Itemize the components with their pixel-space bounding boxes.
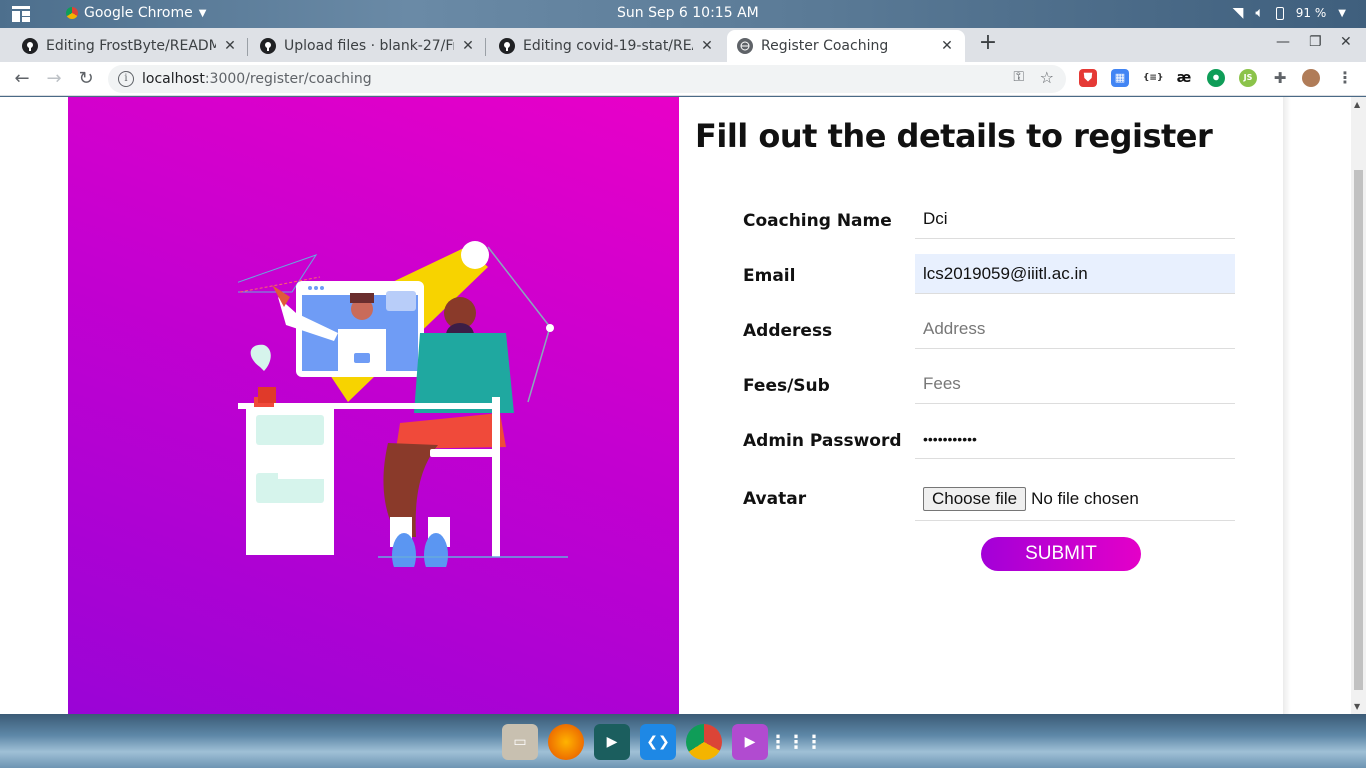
terminal-icon[interactable]: ▶ bbox=[594, 724, 630, 760]
email-label: Email bbox=[743, 266, 796, 286]
media-player-icon[interactable]: ▶ bbox=[732, 724, 768, 760]
address-field[interactable] bbox=[915, 309, 1235, 349]
battery-percent: 91 % bbox=[1295, 6, 1327, 20]
puzzle-icon[interactable]: ✚ bbox=[1271, 69, 1289, 87]
show-apps-icon[interactable]: ⋮⋮⋮ bbox=[769, 724, 823, 760]
tab-title: Editing FrostByte/READM bbox=[46, 38, 216, 54]
card-shadow bbox=[1283, 97, 1291, 714]
coaching-name-field[interactable] bbox=[915, 199, 1235, 239]
back-button[interactable]: ← bbox=[11, 68, 33, 90]
coaching-name-label: Coaching Name bbox=[743, 211, 892, 231]
github-icon bbox=[260, 38, 276, 54]
tab-title: Register Coaching bbox=[761, 38, 889, 54]
vscode-icon[interactable]: ❮❯ bbox=[640, 724, 676, 760]
tab-register-coaching[interactable]: Register Coaching ✕ bbox=[727, 30, 965, 62]
video-call-illustration bbox=[238, 241, 568, 567]
admin-password-row: Admin Password bbox=[743, 419, 1235, 459]
tab-title: Editing covid-19-stat/REA bbox=[523, 38, 693, 54]
key-icon[interactable]: ⚿ bbox=[1013, 69, 1024, 85]
close-icon[interactable]: ✕ bbox=[460, 38, 476, 54]
forward-button[interactable]: → bbox=[43, 68, 65, 90]
avatar-file-input: Choose file No file chosen bbox=[915, 477, 1235, 521]
minimize-button[interactable]: — bbox=[1276, 34, 1290, 50]
address-row: Adderess bbox=[743, 309, 1235, 349]
app-name: Google Chrome bbox=[84, 5, 193, 21]
extension-grid-icon[interactable]: ▦ bbox=[1111, 69, 1129, 87]
close-icon[interactable]: ✕ bbox=[699, 38, 715, 54]
submit-button[interactable]: SUBMIT bbox=[981, 537, 1141, 571]
close-window-button[interactable]: ✕ bbox=[1340, 34, 1352, 50]
system-top-bar: Google Chrome ▼ Sun Sep 6 10:15 AM ◥ 🔈︎ … bbox=[0, 0, 1366, 28]
files-icon[interactable]: ▭ bbox=[502, 724, 538, 760]
tab-separator bbox=[247, 38, 248, 56]
avatar-label: Avatar bbox=[743, 489, 807, 509]
tab-editing-covid[interactable]: Editing covid-19-stat/REA ✕ bbox=[489, 30, 725, 62]
avatar-row: Avatar Choose file No file chosen bbox=[743, 477, 1235, 521]
address-bar[interactable]: i localhost:3000/register/coaching ⚿ ☆ bbox=[108, 65, 1066, 93]
fees-row: Fees/Sub bbox=[743, 364, 1235, 404]
info-icon[interactable]: i bbox=[118, 71, 134, 87]
url-host: localhost bbox=[142, 71, 205, 87]
ae-extension-icon[interactable]: æ bbox=[1175, 69, 1193, 87]
restore-button[interactable]: ❐ bbox=[1309, 34, 1322, 50]
email-row: Email bbox=[743, 254, 1235, 294]
close-icon[interactable]: ✕ bbox=[939, 38, 955, 54]
clock[interactable]: Sun Sep 6 10:15 AM bbox=[617, 5, 759, 21]
more-icon[interactable]: ⋮ bbox=[1336, 69, 1354, 87]
hero-panel bbox=[68, 97, 679, 714]
page-viewport: Fill out the details to register Coachin… bbox=[0, 97, 1366, 714]
tab-separator bbox=[485, 38, 486, 56]
star-icon[interactable]: ☆ bbox=[1040, 68, 1054, 87]
grammar-extension-icon[interactable]: ⏺ bbox=[1207, 69, 1225, 87]
github-icon bbox=[22, 38, 38, 54]
close-icon[interactable]: ✕ bbox=[222, 38, 238, 54]
volume-icon: 🔈︎ bbox=[1255, 5, 1264, 21]
scroll-up-icon[interactable]: ▲ bbox=[1354, 100, 1360, 109]
chrome-small-icon bbox=[66, 7, 78, 19]
power-icon: ▼ bbox=[1338, 7, 1346, 19]
reload-button[interactable]: ↻ bbox=[75, 68, 97, 90]
tab-strip: Editing FrostByte/READM ✕ Upload files ·… bbox=[0, 28, 1366, 62]
registration-panel: Fill out the details to register Coachin… bbox=[679, 97, 1283, 714]
activities-icon[interactable] bbox=[12, 6, 30, 22]
url-path: :3000/register/coaching bbox=[204, 71, 372, 87]
fees-field[interactable] bbox=[915, 364, 1235, 404]
shield-extension-icon[interactable]: ⛊ bbox=[1079, 69, 1097, 87]
email-field[interactable] bbox=[915, 254, 1235, 294]
app-menu[interactable]: Google Chrome ▼ bbox=[66, 5, 206, 21]
scroll-down-icon[interactable]: ▼ bbox=[1354, 702, 1360, 711]
battery-icon bbox=[1275, 6, 1284, 20]
json-extension-icon[interactable]: {≡} bbox=[1143, 69, 1163, 87]
coaching-name-row: Coaching Name bbox=[743, 199, 1235, 239]
wifi-icon: ◥ bbox=[1232, 5, 1244, 21]
github-icon bbox=[499, 38, 515, 54]
address-label: Adderess bbox=[743, 321, 833, 341]
system-tray[interactable]: ◥ 🔈︎ 91 % ▼ bbox=[1233, 5, 1346, 21]
chevron-down-icon: ▼ bbox=[198, 7, 207, 19]
avatar[interactable] bbox=[1302, 69, 1320, 87]
page-title: Fill out the details to register bbox=[695, 117, 1213, 155]
js-extension-icon[interactable]: JS bbox=[1239, 69, 1257, 87]
admin-password-label: Admin Password bbox=[743, 431, 902, 451]
fees-label: Fees/Sub bbox=[743, 376, 830, 396]
new-tab-button[interactable]: + bbox=[977, 32, 999, 54]
tab-title: Upload files · blank-27/Fro bbox=[284, 38, 454, 54]
choose-file-button[interactable]: Choose file bbox=[923, 486, 1027, 511]
globe-icon bbox=[737, 38, 753, 54]
tab-upload-files[interactable]: Upload files · blank-27/Fro ✕ bbox=[250, 30, 486, 62]
page-scrollbar[interactable]: ▲ ▼ bbox=[1351, 97, 1366, 714]
dock: ▭ ▶ ❮❯ ▶ ⋮⋮⋮ bbox=[492, 718, 872, 766]
file-status: No file chosen bbox=[1031, 488, 1139, 508]
scrollbar-thumb[interactable] bbox=[1354, 170, 1363, 690]
firefox-icon[interactable] bbox=[548, 724, 584, 760]
admin-password-field[interactable] bbox=[915, 419, 1235, 459]
tab-editing-frostbyte[interactable]: Editing FrostByte/READM ✕ bbox=[12, 30, 248, 62]
chrome-icon[interactable] bbox=[686, 724, 722, 760]
url-text: localhost:3000/register/coaching bbox=[142, 71, 372, 87]
desktop-background: ▭ ▶ ❮❯ ▶ ⋮⋮⋮ bbox=[0, 714, 1366, 768]
